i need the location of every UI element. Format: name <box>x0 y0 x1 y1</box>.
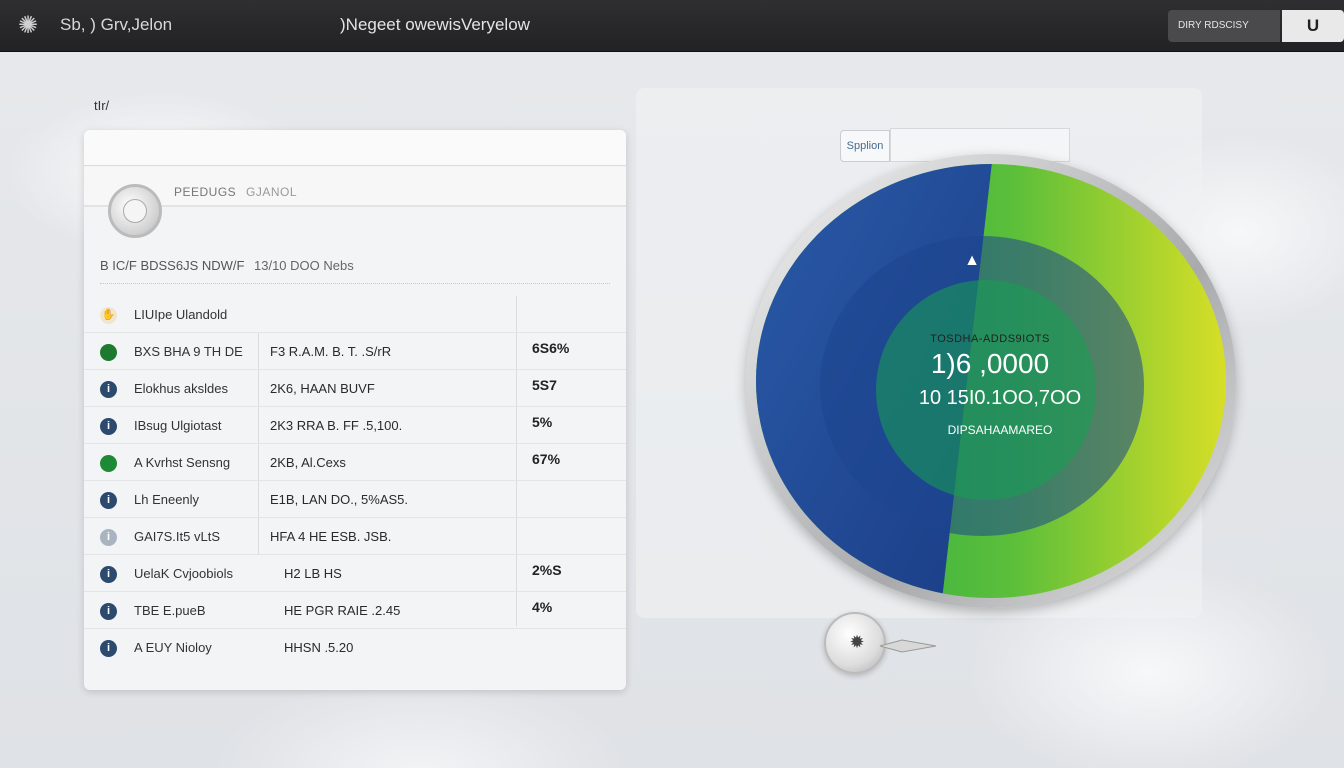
sunburst-icon[interactable]: ✺ <box>14 12 42 40</box>
gear-icon: ✹ <box>849 632 865 652</box>
row-name: A Kvrhst Sensng <box>134 455 231 470</box>
top-bar: ✺ Sb, ) Grv,Jelon )Negeet owewisVeryelow… <box>0 0 1344 52</box>
filter-button[interactable]: Spplion <box>840 130 890 162</box>
user-button[interactable]: U <box>1282 10 1344 42</box>
row-detail: H2 LB HS <box>284 566 342 581</box>
table-row[interactable]: i GAI7S.It5 vLtS HFA 4 HE ESB. JSB. <box>84 518 626 555</box>
gauge-marker-icon: ▲ <box>964 252 980 269</box>
row-detail: HHSN .5.20 <box>284 640 354 655</box>
header-subtitle-text: GJANOL <box>246 185 298 199</box>
cell-separator <box>258 481 259 517</box>
gauge-label: DIPSAHAAMAREO <box>947 423 1053 437</box>
header-title-text: PEEDUGS <box>174 185 237 199</box>
card-header <box>84 167 626 207</box>
info-icon: i <box>100 529 117 546</box>
table-row[interactable]: A Kvrhst Sensng 2KB, Al.Cexs 67% <box>84 444 626 481</box>
row-percent: 5% <box>532 414 553 430</box>
table-row[interactable]: i TBE E.pueB HE PGR RAIE .2.45 4% <box>84 592 626 629</box>
cell-separator <box>258 333 259 369</box>
avatar[interactable] <box>108 184 162 238</box>
details-card: PEEDUGS GJANOL B IC/F BDSS6JS NDW/F 13/1… <box>84 130 626 690</box>
info-icon: i <box>100 492 117 509</box>
filter-label: Spplion <box>846 140 884 152</box>
table-row[interactable]: i Lh Eneenly E1B, LAN DO., 5%AS5. <box>84 481 626 518</box>
row-name: TBE E.pueB <box>134 603 206 618</box>
row-name: UelaK Cvjoobiols <box>134 566 233 581</box>
row-percent: 6S6% <box>532 340 570 356</box>
info-icon: i <box>100 566 117 583</box>
avatar-inner <box>123 199 147 223</box>
card-top-strip <box>84 130 626 166</box>
info-icon: i <box>100 640 117 657</box>
gauge-caption: TOSDHA-ADDS9IOTS <box>930 333 1050 345</box>
row-percent: 2%S <box>532 562 562 578</box>
user-label: DIRY RDSCISY <box>1178 20 1249 31</box>
hand-icon: ✋ <box>100 307 117 324</box>
data-table: ✋ LIUIpe Ulandold BXS BHA 9 TH DE F3 R.A… <box>84 296 626 666</box>
table-row[interactable]: i UelaK Cvjoobiols H2 LB HS 2%S <box>84 555 626 592</box>
table-row[interactable]: ✋ LIUIpe Ulandold <box>84 296 626 333</box>
gauge-value: 1)6 ,0000 <box>930 348 1050 379</box>
row-name: Elokhus aksldes <box>134 381 228 396</box>
row-detail: 2K6, HAAN BUVF <box>270 381 375 396</box>
row-percent: 4% <box>532 599 553 615</box>
row-detail: E1B, LAN DO., 5%AS5. <box>270 492 409 507</box>
divider <box>100 283 610 284</box>
user-chip[interactable]: DIRY RDSCISY <box>1168 10 1280 42</box>
info-icon: i <box>100 381 117 398</box>
row-detail: 2KB, Al.Cexs <box>270 455 346 470</box>
table-row[interactable]: i A EUY Nioloy HHSN .5.20 <box>84 629 626 666</box>
table-row[interactable]: BXS BHA 9 TH DE F3 R.A.M. B. T. .S/rR 6S… <box>84 333 626 370</box>
row-name: GAI7S.It5 vLtS <box>134 529 220 544</box>
cell-separator <box>258 370 259 406</box>
row-name: A EUY Nioloy <box>134 640 212 655</box>
app-name: Sb, ) Grv,Jelon <box>60 15 173 34</box>
summary-line: B IC/F BDSS6JS NDW/F <box>100 258 245 273</box>
page-title: )Negeet owewisVeryelow <box>340 15 530 34</box>
knob-arm <box>880 639 937 653</box>
row-percent: 67% <box>532 451 561 467</box>
dot-icon <box>100 344 117 361</box>
gauge-secondary-value: 10 15I0.1OO,7OO <box>918 387 1082 409</box>
info-icon: i <box>100 418 117 435</box>
info-icon: i <box>100 603 117 620</box>
cell-separator <box>258 518 259 554</box>
dot-icon <box>100 455 117 472</box>
row-detail: F3 R.A.M. B. T. .S/rR <box>270 344 392 359</box>
row-detail: HFA 4 HE ESB. JSB. <box>270 529 392 544</box>
section-label: tIr/ <box>94 98 110 113</box>
row-name: LIUIpe Ulandold <box>134 307 228 322</box>
row-name: Lh Eneenly <box>134 492 200 507</box>
row-name: BXS BHA 9 TH DE <box>134 344 243 359</box>
row-detail: 2K3 RRA B. FF .5,100. <box>270 418 403 433</box>
card-header-title: PEEDUGS GJANOL <box>174 185 297 199</box>
gauge-chart[interactable] <box>754 162 1228 600</box>
row-detail: HE PGR RAIE .2.45 <box>284 603 401 618</box>
row-percent: 5S7 <box>532 377 557 393</box>
row-name: IBsug Ulgiotast <box>134 418 222 433</box>
user-button-label: U <box>1306 16 1320 35</box>
table-row[interactable]: i Elokhus aksldes 2K6, HAAN BUVF 5S7 <box>84 370 626 407</box>
settings-knob[interactable]: ✹ <box>824 612 886 674</box>
summary-line-secondary: 13/10 DOO Nebs <box>254 258 354 273</box>
cell-separator <box>258 407 259 443</box>
cell-separator <box>258 444 259 480</box>
table-row[interactable]: i IBsug Ulgiotast 2K3 RRA B. FF .5,100. … <box>84 407 626 444</box>
